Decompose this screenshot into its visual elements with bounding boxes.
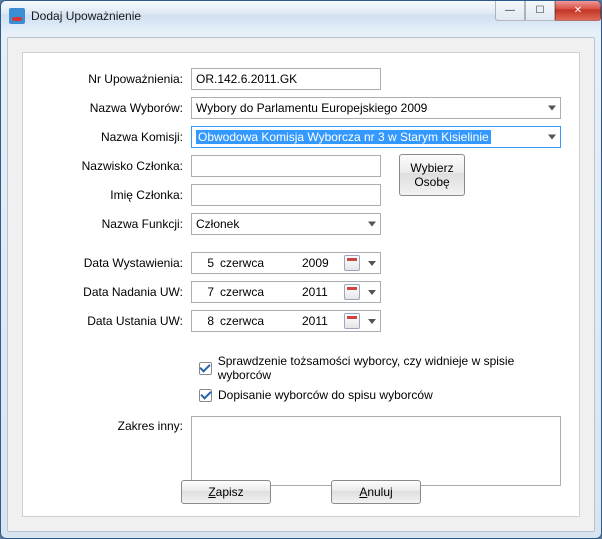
checkbox-sprawdzenie[interactable]: Sprawdzenie tożsamości wyborcy, czy widn…	[199, 354, 561, 382]
imie-input[interactable]	[191, 184, 381, 206]
komisja-value: Obwodowa Komisja Wyborcza nr 3 w Starym …	[196, 130, 491, 144]
label-nr: Nr Upoważnienia:	[41, 72, 191, 86]
chevron-down-icon	[368, 319, 376, 324]
data-nad-picker[interactable]: 7 czerwca 2011	[191, 281, 381, 303]
chevron-down-icon	[548, 106, 556, 111]
close-button[interactable]: ✕	[555, 1, 601, 21]
label-data-ust: Data Ustania UW:	[41, 314, 191, 328]
zakres-textarea[interactable]	[191, 416, 561, 486]
komisja-combo[interactable]: Obwodowa Komisja Wyborcza nr 3 w Starym …	[191, 126, 561, 148]
wybory-combo[interactable]: Wybory do Parlamentu Europejskiego 2009	[191, 97, 561, 119]
app-icon	[9, 8, 25, 24]
checkbox-dopisanie[interactable]: Dopisanie wyborców do spisu wyborców	[199, 388, 561, 402]
label-wybory: Nazwa Wyborów:	[41, 101, 191, 115]
checkbox-sprawdzenie-label: Sprawdzenie tożsamości wyborcy, czy widn…	[218, 354, 561, 382]
chevron-down-icon	[368, 222, 376, 227]
zapisz-button[interactable]: Zapisz	[181, 480, 271, 504]
anuluj-button[interactable]: Anuluj	[331, 480, 421, 504]
chevron-down-icon	[368, 290, 376, 295]
calendar-icon	[344, 255, 360, 271]
client-area: Nr Upoważnienia: Nazwa Wyborów: Wybory d…	[7, 37, 595, 532]
checkbox-dopisanie-label: Dopisanie wyborców do spisu wyborców	[218, 388, 433, 402]
nazwisko-input[interactable]	[191, 155, 381, 177]
funkcja-combo[interactable]: Członek	[191, 213, 381, 235]
form-panel: Nr Upoważnienia: Nazwa Wyborów: Wybory d…	[22, 52, 580, 517]
calendar-icon	[344, 284, 360, 300]
chevron-down-icon	[368, 261, 376, 266]
window-frame: Dodaj Upoważnienie — ☐ ✕ Nr Upoważnienia…	[0, 0, 602, 539]
checkbox-icon	[199, 362, 212, 375]
maximize-button[interactable]: ☐	[525, 1, 555, 21]
calendar-icon	[344, 313, 360, 329]
data-wyst-picker[interactable]: 5 czerwca 2009	[191, 252, 381, 274]
label-imie: Imię Członka:	[41, 188, 191, 202]
window-controls: — ☐ ✕	[495, 1, 601, 21]
label-nazwisko: Nazwisko Członka:	[41, 159, 191, 173]
funkcja-value: Członek	[196, 217, 239, 231]
label-data-wyst: Data Wystawienia:	[41, 256, 191, 270]
label-data-nad: Data Nadania UW:	[41, 285, 191, 299]
wybory-value: Wybory do Parlamentu Europejskiego 2009	[196, 101, 427, 115]
chevron-down-icon	[548, 135, 556, 140]
label-funkcja: Nazwa Funkcji:	[41, 217, 191, 231]
window-title: Dodaj Upoważnienie	[31, 9, 141, 23]
label-zakres: Zakres inny:	[41, 416, 191, 433]
label-komisja: Nazwa Komisji:	[41, 130, 191, 144]
checkbox-icon	[199, 389, 212, 402]
minimize-button[interactable]: —	[495, 1, 525, 21]
nr-input[interactable]	[191, 68, 381, 90]
data-ust-picker[interactable]: 8 czerwca 2011	[191, 310, 381, 332]
wybierz-osobe-button[interactable]: Wybierz Osobę	[399, 154, 465, 196]
button-bar: Zapisz Anuluj	[23, 480, 579, 504]
titlebar[interactable]: Dodaj Upoważnienie — ☐ ✕	[1, 1, 601, 31]
